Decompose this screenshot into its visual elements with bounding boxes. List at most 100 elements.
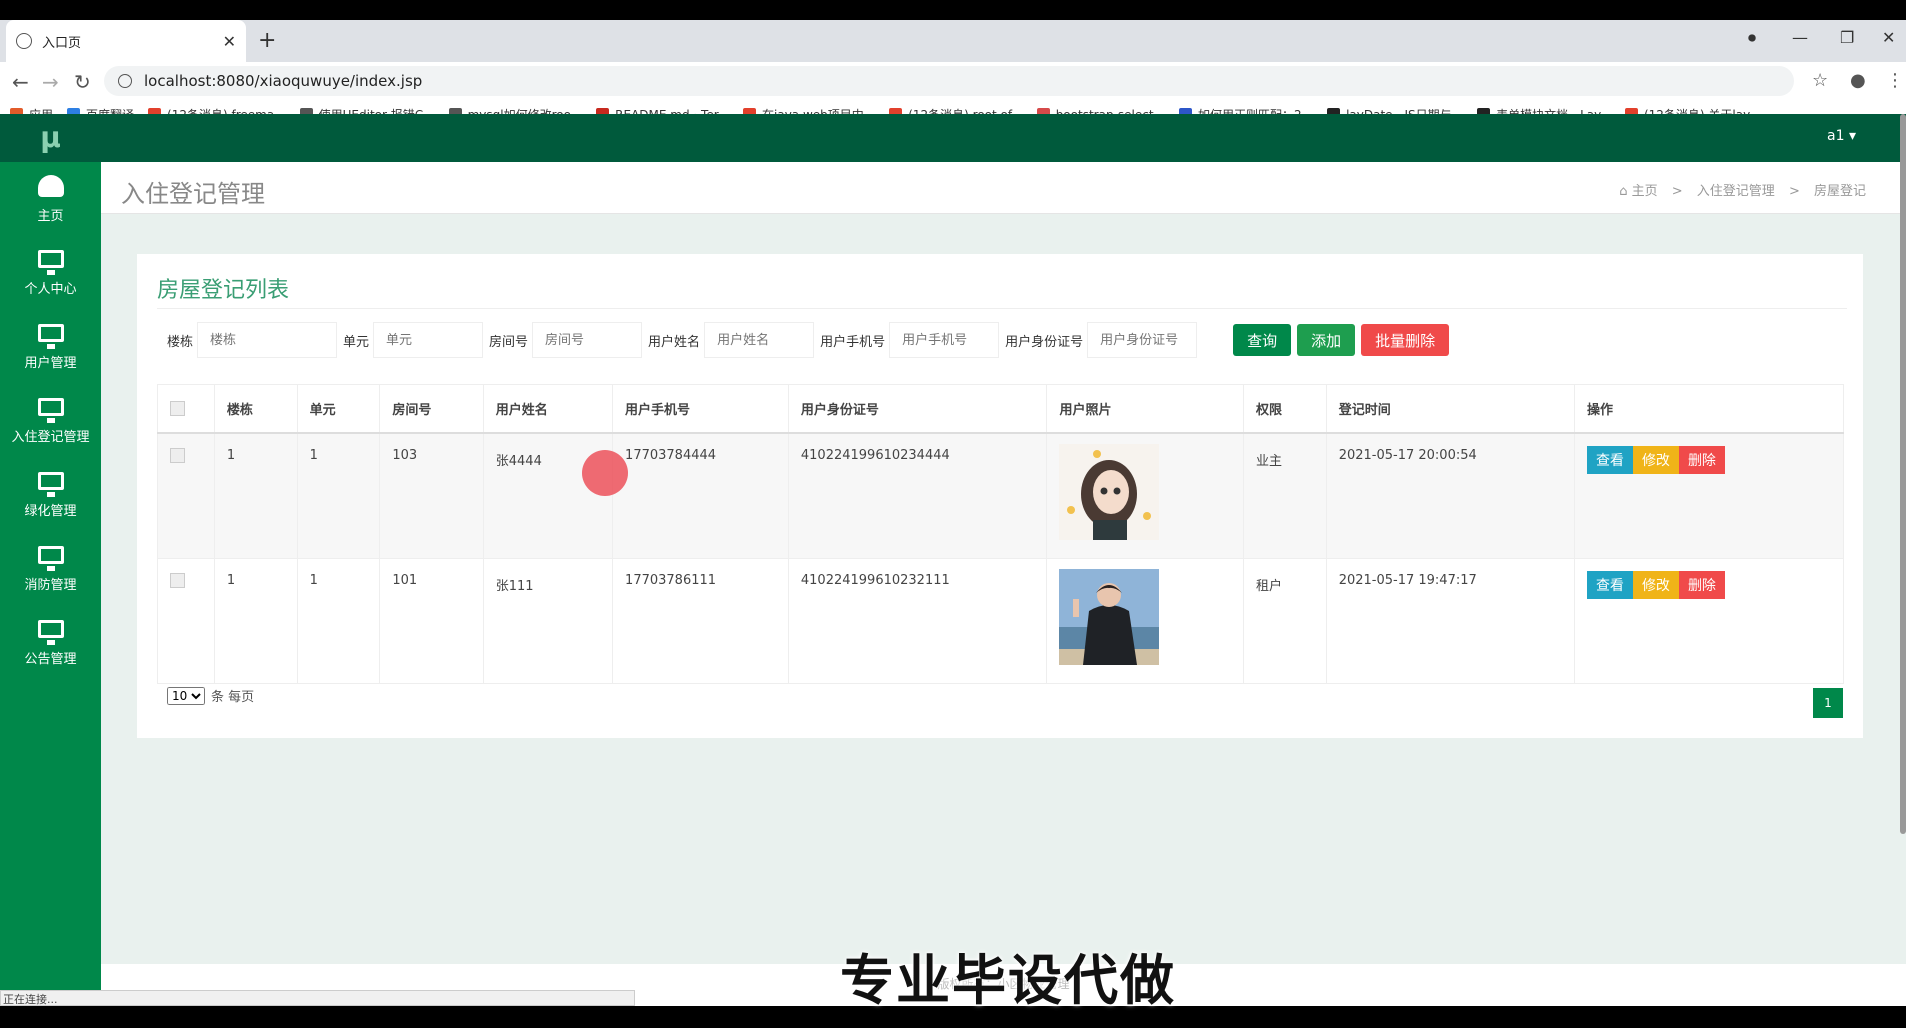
column-header: 楼栋 xyxy=(213,384,298,434)
dashboard-icon xyxy=(37,174,64,197)
data-table: 楼栋 单元 房间号 用户姓名 用户手机号 用户身份证号 用户照片 权限 登记时间 操作 1 1 103… xyxy=(157,384,1845,684)
address-bar: ← → ↻ localhost:8080/xiaoquwuye/index.js… xyxy=(0,62,1906,100)
photo-cell xyxy=(1046,432,1244,559)
page-size-label: 条 每页 xyxy=(211,690,255,705)
filter-label: 房间号 xyxy=(489,334,529,350)
sidebar-item[interactable]: 主页 xyxy=(0,162,101,236)
tab-title: 入口页 xyxy=(42,35,82,51)
list-title: 房屋登记列表 xyxy=(157,278,290,303)
profile-dot-icon[interactable]: ⏺ xyxy=(1748,28,1756,48)
row-select-cell xyxy=(157,557,215,684)
status-bar: 正在连接... xyxy=(0,990,635,1006)
view-button[interactable]: 查看 xyxy=(1586,570,1633,599)
filter-label: 用户身份证号 xyxy=(1005,334,1084,350)
cell-building: 1 xyxy=(213,557,298,684)
sidebar-item[interactable]: 绿化管理 xyxy=(0,458,101,532)
cell-phone: 17703784444 xyxy=(612,432,789,559)
column-header: 权限 xyxy=(1242,384,1327,434)
restore-icon[interactable]: ❐ xyxy=(1840,28,1854,47)
view-button[interactable]: 查看 xyxy=(1586,445,1633,474)
logo: μ xyxy=(40,121,61,154)
breadcrumb-home[interactable]: 主页 xyxy=(1632,184,1658,199)
filter-input[interactable] xyxy=(197,322,338,358)
new-tab-icon[interactable]: + xyxy=(258,28,276,53)
search-button[interactable]: 查询 xyxy=(1233,324,1292,356)
cell-idcard: 410224199610232111 xyxy=(787,557,1048,684)
column-header: 登记时间 xyxy=(1325,384,1575,434)
row-checkbox[interactable] xyxy=(170,447,185,463)
screen: 入口页 ✕ + ⏺ — ❐ ✕ ← → ↻ localhost:8080/xia… xyxy=(0,0,1906,1028)
cell-role: 业主 xyxy=(1242,432,1327,559)
edit-button[interactable]: 修改 xyxy=(1632,445,1679,474)
reload-icon[interactable]: ↻ xyxy=(74,70,91,94)
breadcrumb-separator: > xyxy=(1671,184,1683,199)
forward-icon[interactable]: → xyxy=(42,70,59,94)
window-close-icon[interactable]: ✕ xyxy=(1882,28,1895,47)
menu-icon[interactable]: ⋮ xyxy=(1886,70,1904,91)
select-all-cell xyxy=(157,384,215,434)
app-window: μ a1 ▾ 主页 个人中心 用户管理 入住登记管理 绿化管理 消防管理 公告管理 入住登记… xyxy=(0,114,1906,1006)
column-header: 用户照片 xyxy=(1046,384,1244,434)
account-icon[interactable]: ● xyxy=(1850,70,1866,91)
add-button[interactable]: 添加 xyxy=(1297,324,1356,356)
row-checkbox[interactable] xyxy=(170,572,185,588)
photo-cell xyxy=(1046,557,1244,684)
info-icon xyxy=(118,74,132,88)
filter-input[interactable] xyxy=(889,322,1000,358)
column-header: 房间号 xyxy=(379,384,484,434)
column-header: 操作 xyxy=(1573,384,1845,434)
back-icon[interactable]: ← xyxy=(12,70,29,94)
monitor-icon xyxy=(37,471,64,497)
cell-unit: 1 xyxy=(296,432,381,559)
batch-delete-button[interactable]: 批量删除 xyxy=(1361,324,1450,356)
filter-label: 用户手机号 xyxy=(820,334,886,350)
filter-input[interactable] xyxy=(704,322,815,358)
tab-bar: 入口页 ✕ + ⏺ — ❐ ✕ xyxy=(0,20,1906,62)
column-header: 单元 xyxy=(296,384,381,434)
url-text: localhost:8080/xiaoquwuye/index.jsp xyxy=(144,72,423,90)
breadcrumb-level1[interactable]: 入住登记管理 xyxy=(1697,184,1775,199)
cell-idcard: 410224199610234444 xyxy=(787,432,1048,559)
page-title: 入住登记管理 xyxy=(121,180,265,208)
monitor-icon xyxy=(37,545,64,571)
select-all-checkbox[interactable] xyxy=(170,400,185,416)
filter-input[interactable] xyxy=(532,322,643,358)
sidebar-item[interactable]: 用户管理 xyxy=(0,310,101,384)
breadcrumb-level2: 房屋登记 xyxy=(1813,184,1866,199)
page-header: 入住登记管理 ⌂ 主页 > 入住登记管理 > 房屋登记 xyxy=(101,162,1906,214)
sidebar-item[interactable]: 公告管理 xyxy=(0,606,101,680)
title-divider xyxy=(157,308,1847,309)
user-menu[interactable]: a1 ▾ xyxy=(1827,128,1856,144)
filter-bar: 楼栋 单元 房间号 用户姓名 用户手机号 用户身份证号 查询添加批量删除 xyxy=(167,322,1455,358)
page-size-select[interactable]: 10 xyxy=(167,686,205,705)
sidebar-item[interactable]: 入住登记管理 xyxy=(0,384,101,458)
star-icon[interactable]: ☆ xyxy=(1812,70,1828,91)
page-scrollbar[interactable] xyxy=(1900,114,1906,834)
sidebar-item-label: 主页 xyxy=(37,208,64,224)
home-icon: ⌂ xyxy=(1619,184,1632,199)
user-photo xyxy=(1059,568,1160,665)
globe-icon xyxy=(16,33,32,49)
sidebar: 主页个人中心 用户管理 入住登记管理 绿化管理消防管理公告管理 xyxy=(0,162,101,1006)
tab-active[interactable]: 入口页 ✕ xyxy=(6,20,246,62)
actions-cell: 查看 修改 删除 xyxy=(1573,557,1845,684)
filter-input[interactable] xyxy=(1087,322,1198,358)
cell-name: 张111 xyxy=(482,557,614,684)
page-button[interactable]: 1 xyxy=(1813,688,1843,718)
delete-button[interactable]: 删除 xyxy=(1678,570,1725,599)
sidebar-item[interactable]: 个人中心 xyxy=(0,236,101,310)
delete-button[interactable]: 删除 xyxy=(1678,445,1725,474)
monitor-icon xyxy=(37,619,64,645)
filter-label: 楼栋 xyxy=(167,334,194,350)
minimize-icon[interactable]: — xyxy=(1792,28,1808,47)
breadcrumb: ⌂ 主页 > 入住登记管理 > 房屋登记 xyxy=(1619,180,1866,199)
sidebar-item-label: 消防管理 xyxy=(24,577,77,593)
url-field[interactable]: localhost:8080/xiaoquwuye/index.jsp xyxy=(104,66,1794,96)
sidebar-item-label: 公告管理 xyxy=(24,651,77,667)
filter-label: 单元 xyxy=(343,334,370,350)
cell-name: 张4444 xyxy=(482,432,614,559)
sidebar-item[interactable]: 消防管理 xyxy=(0,532,101,606)
edit-button[interactable]: 修改 xyxy=(1632,570,1679,599)
tab-close-icon[interactable]: ✕ xyxy=(223,32,236,51)
filter-input[interactable] xyxy=(373,322,484,358)
